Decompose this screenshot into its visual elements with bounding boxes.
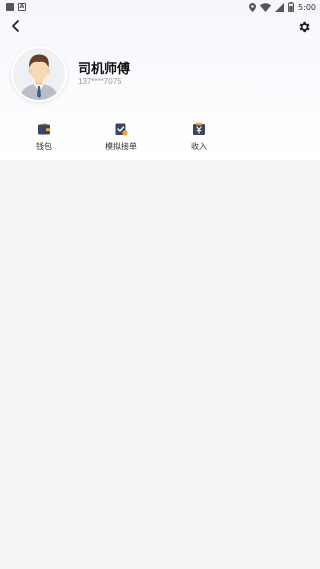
income-button[interactable]: 收入: [169, 120, 229, 160]
settings-button[interactable]: [297, 19, 313, 35]
profile-header: 司机师傅 137****7075 钱包 模拟接单 收入: [0, 14, 320, 160]
avatar-frame[interactable]: [11, 46, 67, 102]
battery-icon: [288, 2, 295, 12]
chevron-left-icon: [12, 20, 19, 32]
content-area: [0, 160, 320, 569]
a-box-icon: A: [18, 3, 26, 11]
income-label: 收入: [191, 142, 207, 151]
clipboard-check-icon: [115, 123, 128, 136]
yen-income-icon: [193, 122, 205, 135]
avatar: [13, 48, 65, 100]
quick-actions: 钱包 模拟接单 收入: [0, 120, 320, 160]
wallet-icon: [38, 123, 50, 135]
signal-icon: [275, 2, 285, 12]
app-square-icon: [6, 3, 14, 11]
wifi-icon: [260, 2, 272, 12]
status-right: 5:00: [249, 2, 316, 12]
male-driver-avatar-icon: [19, 54, 59, 100]
location-icon: [249, 2, 257, 12]
simulate-order-label: 模拟接单: [105, 142, 137, 151]
status-time: 5:00: [298, 2, 316, 12]
gear-icon: [299, 21, 310, 33]
wallet-label: 钱包: [36, 142, 52, 151]
back-button[interactable]: [8, 18, 24, 34]
driver-name: 司机师傅: [78, 62, 131, 77]
wallet-button[interactable]: 钱包: [14, 120, 74, 160]
status-bar: A 5:00: [0, 0, 320, 14]
status-left: A: [6, 3, 26, 11]
simulate-order-button[interactable]: 模拟接单: [91, 120, 151, 160]
driver-phone: 137****7075: [78, 77, 122, 86]
